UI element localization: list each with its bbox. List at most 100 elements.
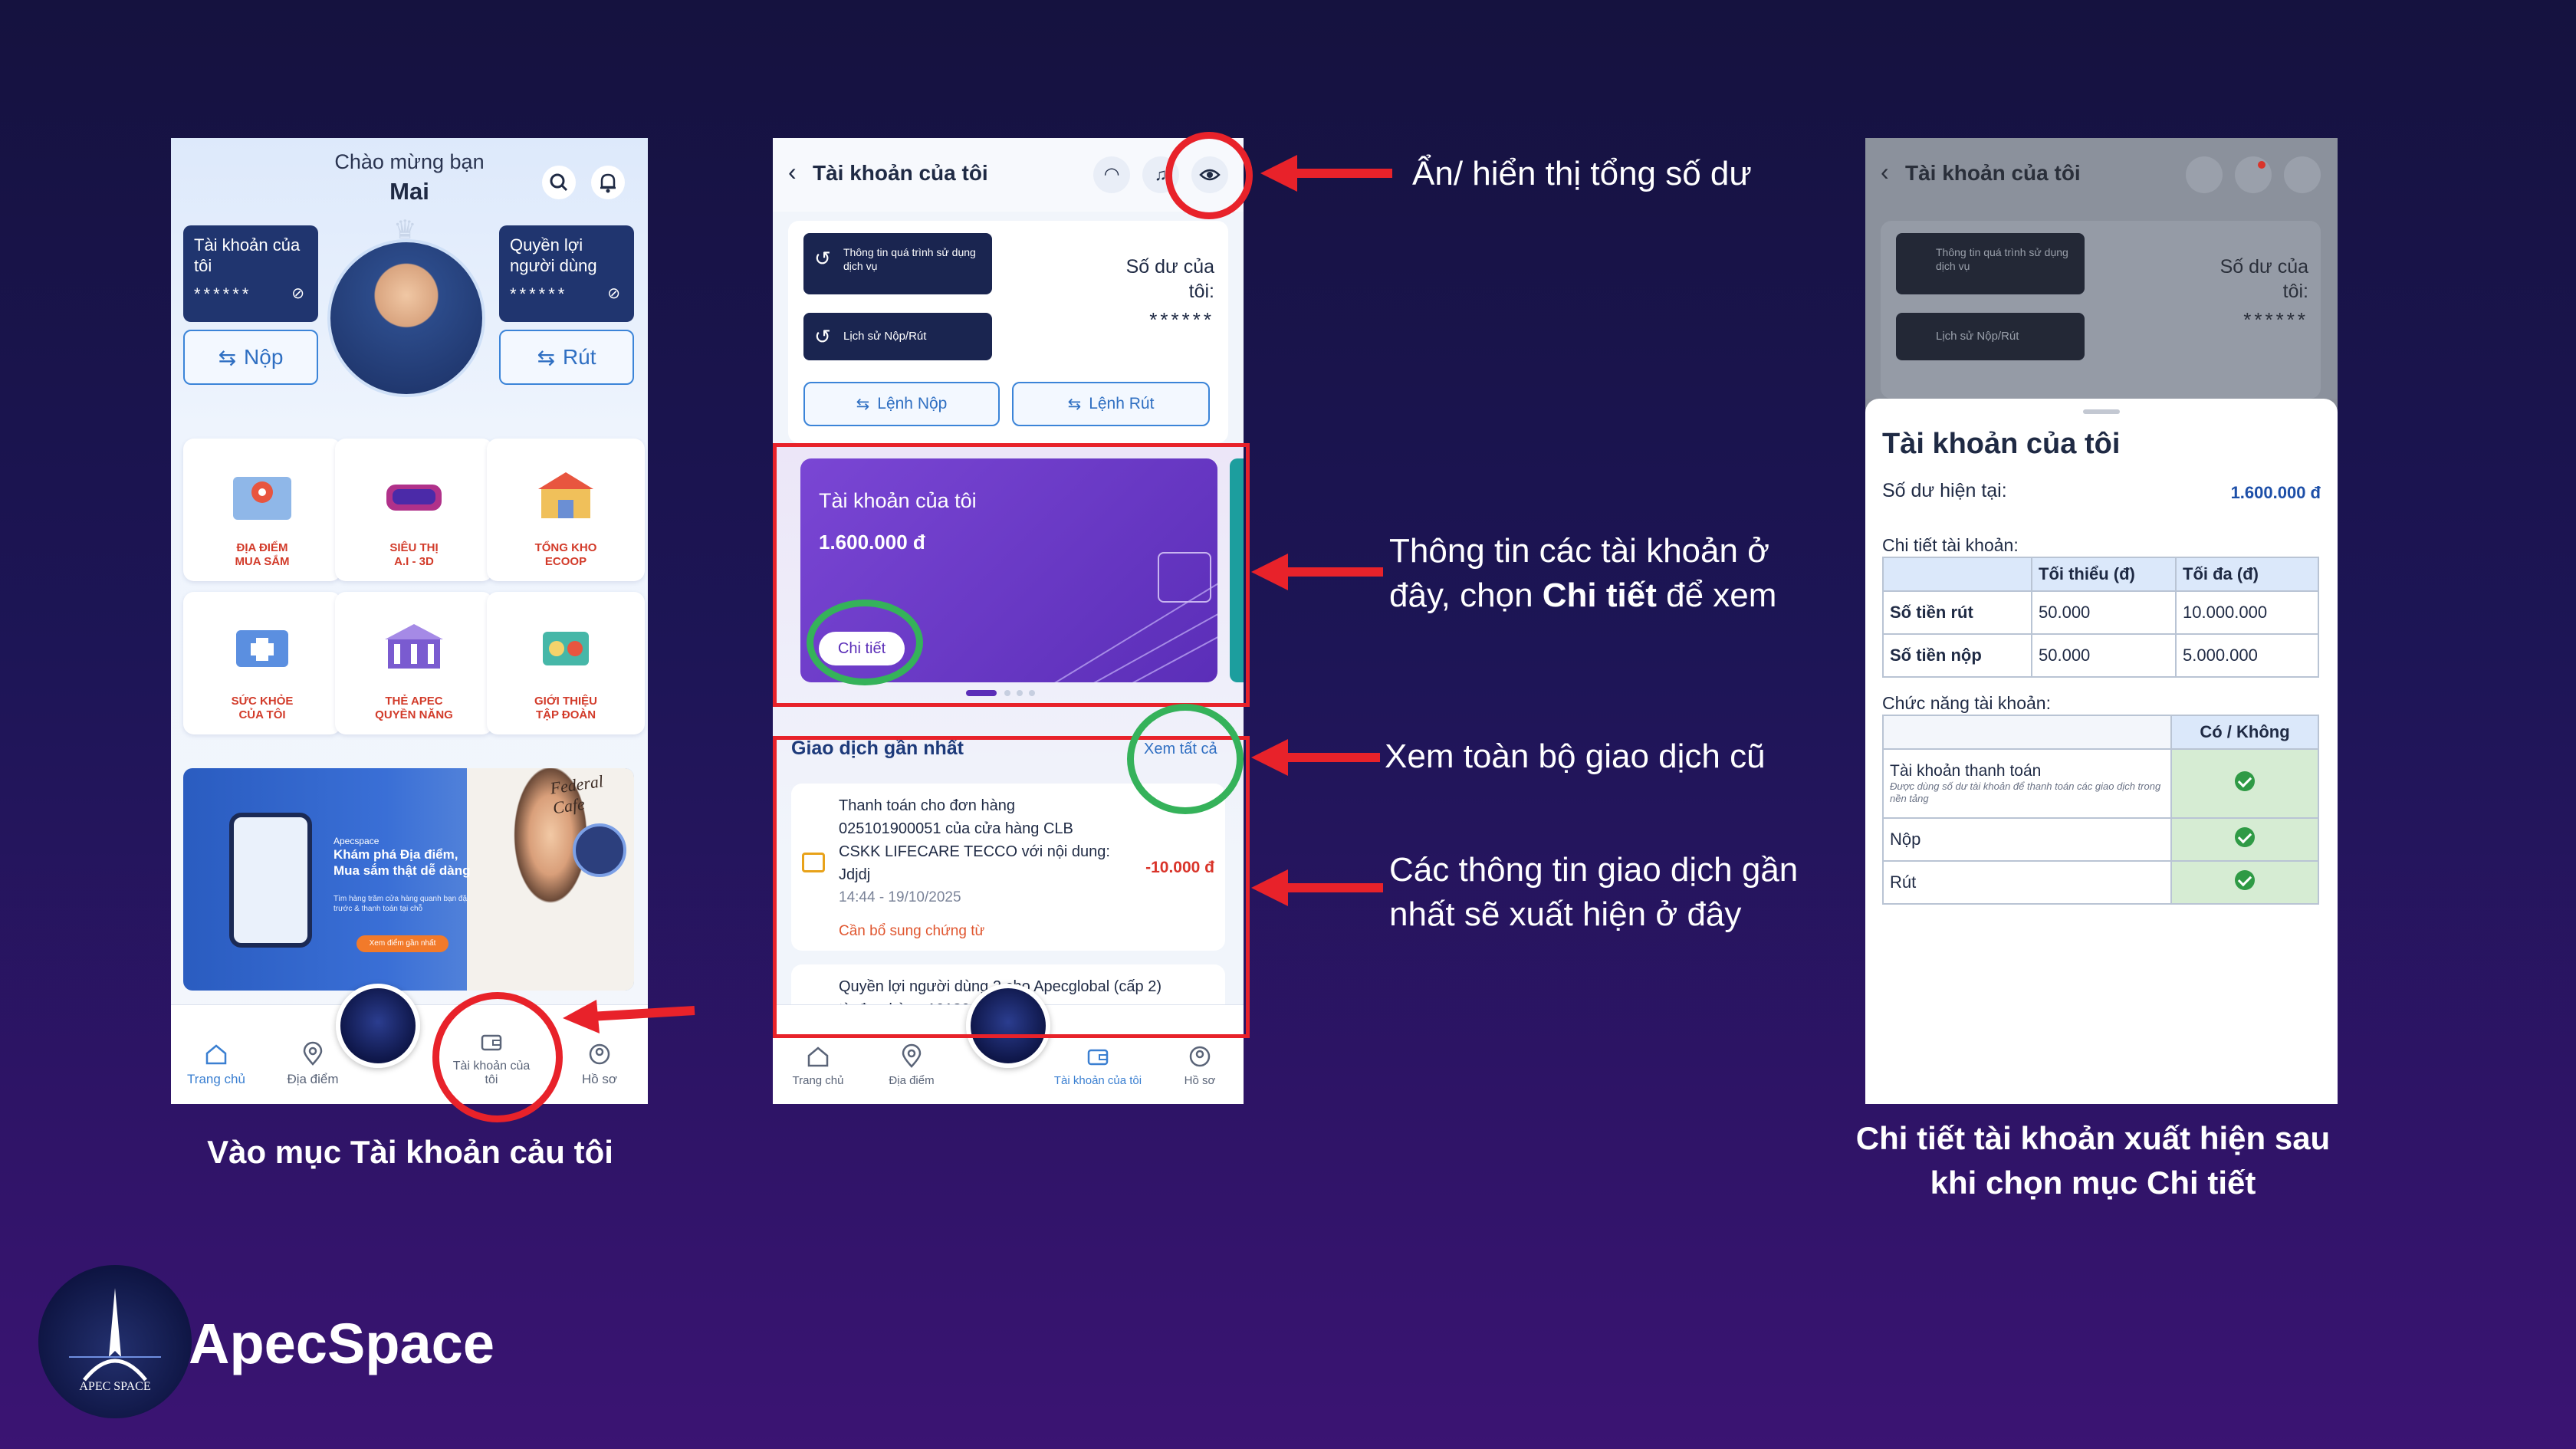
greeting-text: Chào mừng bạn: [334, 150, 485, 173]
eye-off-icon[interactable]: ⊘: [607, 284, 623, 304]
user-benefit-card-label: Quyền lợi người dùng: [510, 235, 597, 275]
profile-icon: [589, 1043, 610, 1065]
tile-apec-card[interactable]: THẺ APEC QUYỀN NĂNG: [335, 592, 493, 734]
table-row: Số tiền rút 50.000 10.000.000: [1882, 590, 2319, 635]
headset-icon[interactable]: ◠: [1093, 156, 1130, 193]
account-detail-sheet: Tài khoản của tôi Số dư hiện tại: 1.600.…: [1865, 399, 2338, 1104]
nav-profile[interactable]: Hồ sơ: [1158, 1043, 1242, 1087]
deposit-order-button[interactable]: ⇆ Lệnh Nộp: [803, 382, 1000, 426]
promo-banner[interactable]: Apecspace Khám phá Địa điểm, Mua sắm thậ…: [183, 768, 634, 991]
deposit-icon: ⇆: [218, 345, 237, 370]
wallet-icon: [1087, 1049, 1109, 1066]
withdraw-button[interactable]: ⇆ Rút: [499, 330, 634, 385]
deposit-withdraw-history-button[interactable]: ↺ Lịch sử Nộp/Rút: [803, 313, 992, 360]
nav-my-account[interactable]: Tài khoản của tôi: [1044, 1043, 1152, 1087]
back-chevron-icon[interactable]: ‹: [1881, 158, 1889, 186]
arrow-to-accounts: [1251, 554, 1383, 590]
service-history-button[interactable]: ↺ Thông tin quá trình sử dụng dịch vụ: [803, 233, 992, 294]
highlight-detail-button: [807, 600, 923, 685]
user-name: Mai: [389, 178, 429, 205]
nav-profile[interactable]: Hồ sơ: [557, 1041, 642, 1087]
account-detail-screen: ‹ Tài khoản của tôi Thông tin quá trình …: [1865, 138, 2338, 1104]
tile-ai-3d-supermarket[interactable]: SIÊU THỊ A.I - 3D: [335, 439, 493, 581]
features-table: Có / Không Tài khoản thanh toán Được dùn…: [1882, 715, 2319, 905]
account-detail-label: Chi tiết tài khoản:: [1882, 535, 2019, 555]
current-balance-label: Số dư hiện tại:: [1882, 480, 2007, 501]
brand-logo: APEC SPACE: [38, 1265, 192, 1418]
arrow-to-eye: [1260, 155, 1392, 192]
annotation-eye: Ẩn/ hiển thị tổng số dư: [1412, 155, 1752, 192]
banner-brand: Apecspace: [334, 836, 380, 846]
balance-hidden: ******: [2243, 308, 2308, 331]
current-balance-value: 1.600.000 đ: [2230, 483, 2321, 502]
check-icon: [2235, 870, 2255, 890]
headset-icon[interactable]: [2186, 156, 2223, 193]
annotation-view-all: Xem toàn bộ giao dịch cũ: [1385, 738, 1766, 775]
service-history-button[interactable]: Thông tin quá trình sử dụng dịch vụ: [1896, 233, 2085, 294]
banner-title: Khám phá Địa điểm, Mua sắm thật dễ dàng: [334, 847, 471, 878]
deposit-icon: ⇆: [856, 395, 870, 413]
eye-off-icon[interactable]: ⊘: [291, 284, 307, 304]
tile-label: SỨC KHỎE CỦA TÔI: [231, 695, 294, 721]
eye-icon[interactable]: [2284, 156, 2321, 193]
location-pin-icon: [902, 1043, 922, 1068]
map-illustration-icon: [233, 477, 291, 520]
banner-subtitle: Tìm hàng trăm cửa hàng quanh bạn đặt trư…: [334, 895, 469, 913]
deposit-button[interactable]: ⇆ Nộp: [183, 330, 318, 385]
limits-table: Tối thiểu (đ) Tối đa (đ) Số tiền rút 50.…: [1882, 557, 2319, 678]
arrow-to-account-tab: [563, 1000, 695, 1033]
logo-text: APEC SPACE: [79, 1380, 151, 1393]
nav-location[interactable]: Địa điểm: [869, 1043, 954, 1087]
annotation-recent: Các thông tin giao dịch gần nhất sẽ xuất…: [1389, 851, 1799, 933]
nav-home[interactable]: Trang chủ: [174, 1041, 258, 1087]
arrow-to-recent: [1251, 869, 1383, 906]
balance-label: Số dư của tôi:: [2220, 256, 2308, 302]
tile-label: ĐỊA ĐIỂM MUA SẮM: [235, 541, 290, 568]
banner-cta-button[interactable]: Xem điểm gần nhất: [356, 935, 449, 952]
home-icon: [807, 1046, 829, 1067]
user-benefit-card[interactable]: Quyền lợi người dùng ****** ⊘: [499, 225, 634, 322]
benefit-balance-hidden: ******: [510, 284, 568, 304]
bell-icon[interactable]: [591, 166, 625, 199]
tile-label: THẺ APEC QUYỀN NĂNG: [375, 695, 453, 721]
home-screen: Chào mừng bạn Mai Tài khoản của tôi ****…: [171, 138, 648, 1104]
vr-headset-icon: [386, 485, 442, 511]
tile-group-intro[interactable]: GIỚI THIỆU TẬP ĐOÀN: [487, 592, 645, 734]
search-icon[interactable]: [542, 166, 576, 199]
tile-label: GIỚI THIỆU TẬP ĐOÀN: [534, 695, 597, 721]
highlight-eye-button: [1165, 132, 1253, 219]
chat-bubble-icon[interactable]: [573, 823, 626, 877]
history-icon: ↺: [814, 325, 831, 348]
my-account-card[interactable]: Tài khoản của tôi ****** ⊘: [183, 225, 318, 322]
table-row: Số tiền nộp 50.000 5.000.000: [1882, 633, 2319, 678]
balance-label: Số dư của tôi:: [1125, 256, 1214, 302]
balance-hidden: ******: [1149, 308, 1214, 331]
bell-icon[interactable]: [2235, 156, 2272, 193]
sheet-title: Tài khoản của tôi: [1882, 428, 2121, 460]
nav-home[interactable]: Trang chủ: [776, 1043, 860, 1087]
withdraw-order-button[interactable]: ⇆ Lệnh Rút: [1012, 382, 1210, 426]
page-title: Tài khoản của tôi: [813, 161, 988, 185]
tile-label: SIÊU THỊ A.I - 3D: [389, 541, 439, 568]
table-row: Nộp: [1882, 817, 2319, 862]
history-icon: ↺: [814, 247, 831, 270]
withdraw-icon: ⇆: [537, 345, 555, 370]
page-title: Tài khoản của tôi: [1905, 161, 2081, 185]
tile-ecoop-warehouse[interactable]: TỔNG KHO ECOOP: [487, 439, 645, 581]
table-row: Rút: [1882, 860, 2319, 905]
apecspace-center-button[interactable]: [336, 984, 420, 1068]
sheet-handle[interactable]: [2083, 409, 2120, 414]
back-chevron-icon[interactable]: ‹: [788, 158, 797, 186]
tile-my-health[interactable]: SỨC KHỎE CỦA TÔI: [183, 592, 341, 734]
my-account-card-label: Tài khoản của tôi: [194, 235, 301, 275]
group-intro-icon: [543, 632, 589, 665]
caption-right: Chi tiết tài khoản xuất hiện sau khi chọ…: [1855, 1120, 2331, 1201]
profile-icon: [1189, 1046, 1211, 1067]
tile-label: TỔNG KHO ECOOP: [534, 541, 597, 568]
tile-shopping-location[interactable]: ĐỊA ĐIỂM MUA SẮM: [183, 439, 341, 581]
location-pin-icon: [303, 1041, 323, 1066]
home-icon: [205, 1044, 227, 1065]
caption-left: Vào mục Tài khoản cảu tôi: [207, 1134, 613, 1170]
account-balance-hidden: ******: [194, 284, 252, 304]
deposit-withdraw-history-button[interactable]: Lịch sử Nộp/Rút: [1896, 313, 2085, 360]
